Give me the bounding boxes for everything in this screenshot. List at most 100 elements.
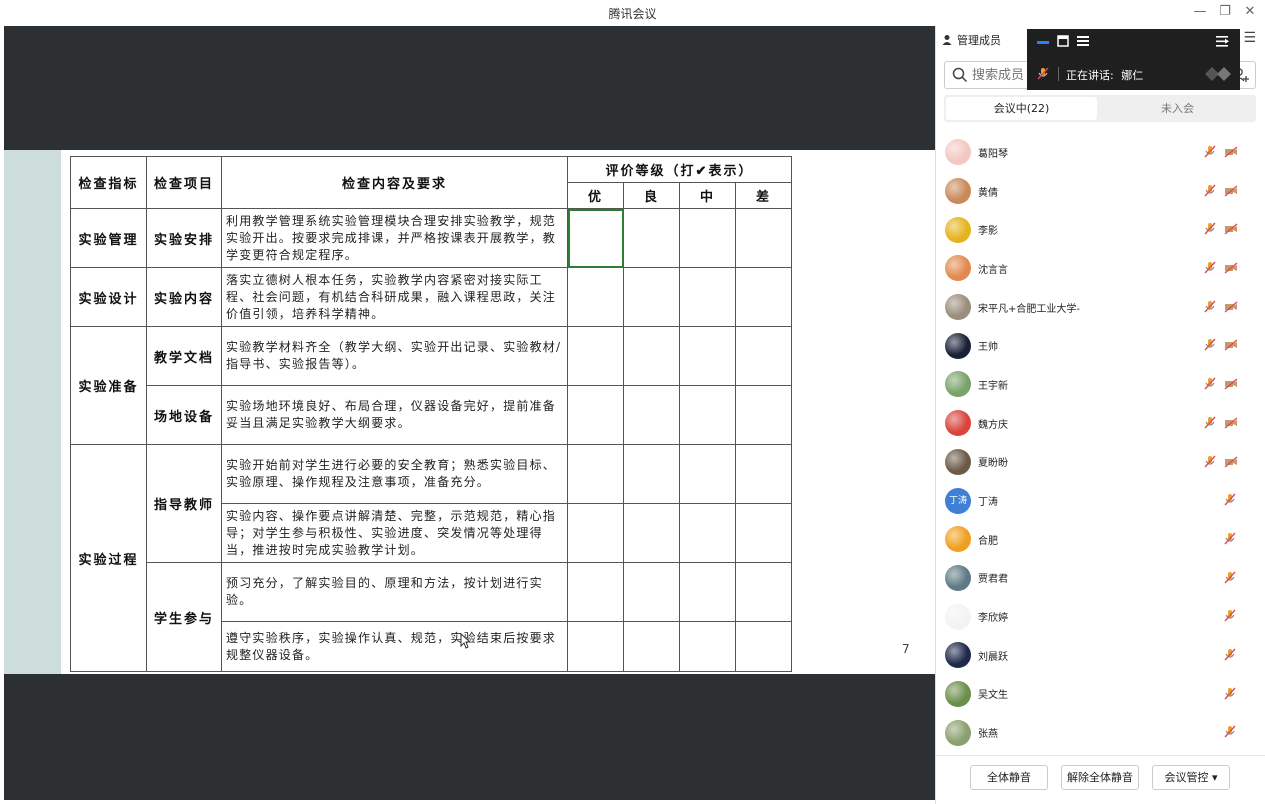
grade-cell[interactable] [567,385,624,445]
list-view-icon[interactable] [1077,35,1089,47]
muted-mic-icon[interactable] [1224,648,1236,662]
member-row[interactable]: 李影 [936,210,1265,249]
grade-poor: 差 [735,182,792,209]
grade-cell[interactable] [567,503,624,563]
unmute-all-button[interactable]: 解除全体静音 [1061,765,1139,790]
grade-cell[interactable] [567,562,624,622]
camera-off-icon[interactable] [1224,223,1238,235]
avatar [945,410,971,437]
grade-cell[interactable] [735,326,792,386]
grade-cell[interactable] [679,385,736,445]
camera-off-icon[interactable] [1224,339,1238,351]
member-row[interactable]: 宋平凡+合肥工业大学- [936,288,1265,327]
muted-mic-icon[interactable] [1204,338,1216,352]
grade-cell[interactable] [623,444,680,504]
member-row[interactable]: 李欣婷 [936,597,1265,636]
avatar [945,216,971,243]
grade-excellent: 优 [567,182,624,209]
grade-cell[interactable] [679,267,736,327]
camera-off-icon[interactable] [1224,455,1238,468]
meeting-control-button[interactable]: 会议管控 ▾ [1152,765,1230,790]
grade-cell[interactable] [679,326,736,386]
member-row[interactable]: 王帅 [936,326,1265,365]
grade-cell[interactable] [735,208,792,268]
muted-mic-icon[interactable] [1204,145,1216,159]
grade-cell[interactable] [567,621,624,672]
tab-not-joined[interactable]: 未入会 [1102,97,1253,120]
member-row[interactable]: 夏盼盼 [936,443,1265,482]
grade-cell[interactable] [623,562,680,622]
muted-mic-icon[interactable] [1204,377,1216,391]
page-number: 7 [902,642,910,656]
grade-cell[interactable] [679,503,736,563]
camera-off-icon[interactable] [1224,301,1238,313]
muted-mic-icon[interactable] [1224,687,1236,701]
grade-cell[interactable] [735,503,792,563]
member-row[interactable]: 吴文生 [936,675,1265,714]
mute-all-button[interactable]: 全体静音 [970,765,1048,790]
grade-cell[interactable] [623,326,680,386]
grade-cell[interactable] [623,208,680,268]
member-row[interactable]: 魏方庆 [936,404,1265,443]
window-icon[interactable] [1057,35,1069,47]
muted-mic-icon[interactable] [1224,609,1236,623]
grade-cell[interactable] [567,267,624,327]
member-name: 李欣婷 [978,613,1008,625]
grade-cell[interactable] [679,444,736,504]
muted-mic-icon[interactable] [1204,455,1216,469]
member-row[interactable]: 葛阳琴 [936,133,1265,172]
grade-cell[interactable] [735,444,792,504]
member-row[interactable]: 贾君君 [936,559,1265,598]
camera-off-icon[interactable] [1224,262,1238,274]
grade-cell[interactable] [735,621,792,672]
member-row[interactable]: 合肥 [936,520,1265,559]
member-row[interactable]: 黄倩 [936,172,1265,211]
grade-cell[interactable] [623,503,680,563]
grade-cell[interactable] [567,444,624,504]
indicator-cell: 实验设计 [70,267,147,327]
grade-cell[interactable] [567,326,624,386]
muted-mic-icon[interactable] [1224,571,1236,585]
member-row[interactable]: 王宇新 [936,365,1265,404]
muted-mic-icon[interactable] [1224,493,1236,507]
member-row[interactable]: 张燕 [936,713,1265,752]
minimize-button[interactable]: — [1190,3,1210,21]
grade-cell-selected[interactable] [567,208,624,268]
grade-cell[interactable] [679,621,736,672]
muted-mic-icon[interactable] [1204,416,1216,430]
avatar: 丁涛 [945,487,971,514]
grade-cell[interactable] [679,208,736,268]
muted-mic-icon[interactable] [1204,261,1216,275]
grade-cell[interactable] [623,385,680,445]
restore-button[interactable]: ❐ [1215,3,1235,21]
muted-mic-icon[interactable] [1204,184,1216,198]
member-row[interactable]: 沈言言 [936,249,1265,288]
grade-cell[interactable] [623,621,680,672]
panel-menu-icon[interactable]: ☰ [1243,30,1256,46]
muted-mic-icon[interactable] [1204,300,1216,314]
grade-cell[interactable] [735,267,792,327]
member-row[interactable]: 丁涛 丁涛 [936,481,1265,520]
grade-cell[interactable] [623,267,680,327]
member-name: 刘晨跃 [978,651,1008,663]
close-button[interactable]: ✕ [1240,3,1260,21]
camera-off-icon[interactable] [1224,146,1238,158]
muted-mic-icon[interactable] [1224,532,1236,546]
collapse-icon[interactable] [1216,35,1230,48]
avatar [945,371,971,398]
camera-off-icon[interactable] [1224,185,1238,197]
muted-mic-icon[interactable] [1224,725,1236,739]
grade-cell[interactable] [735,385,792,445]
camera-off-icon[interactable] [1224,378,1238,390]
content-cell: 实验开始前对学生进行必要的安全教育；熟悉实验目标、实验原理、操作规程及注意事项，… [221,444,568,504]
member-row[interactable]: 刘晨跃 [936,636,1265,675]
muted-mic-icon[interactable] [1204,222,1216,236]
camera-off-icon[interactable] [1224,417,1238,429]
grade-cell[interactable] [679,562,736,622]
grade-good: 良 [623,182,680,209]
panel-title: 管理成员 [942,32,1001,48]
tab-in-meeting[interactable]: 会议中(22) [946,97,1097,120]
minimize-bar-icon[interactable] [1037,37,1049,47]
member-panel: 管理成员 ☰ 会议中(22) 未入会 葛阳琴黄倩李影沈言言宋平凡+合肥工业大学-… [935,26,1265,804]
grade-cell[interactable] [735,562,792,622]
